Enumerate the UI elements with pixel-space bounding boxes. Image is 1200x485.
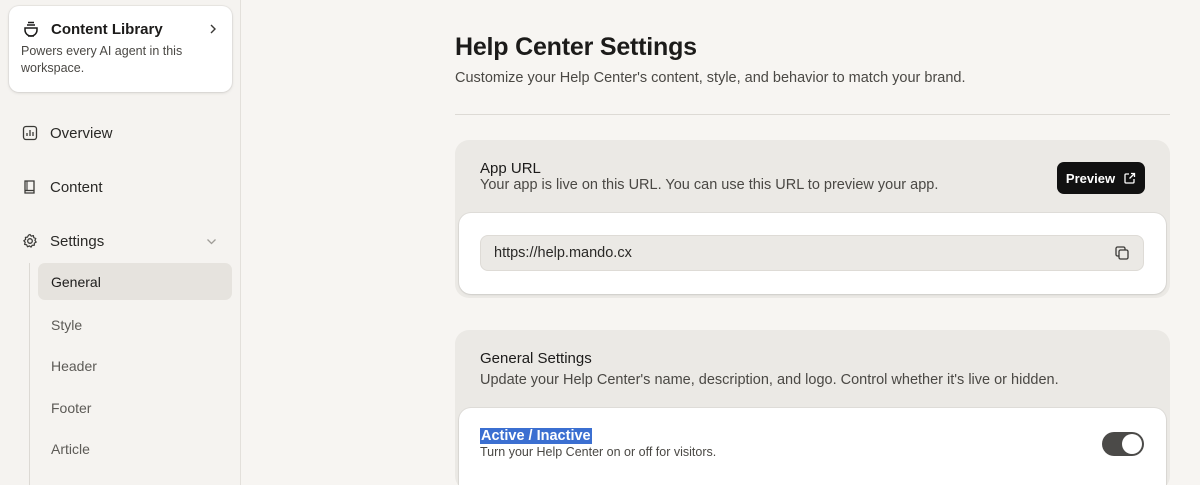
active-toggle-switch[interactable] — [1102, 432, 1144, 456]
content-library-description: Powers every AI agent in this workspace. — [21, 44, 183, 75]
copy-icon — [1115, 246, 1129, 260]
active-toggle-description: Turn your Help Center on or off for visi… — [480, 445, 717, 459]
app-url-field[interactable]: https://help.mando.cx — [480, 235, 1144, 271]
sidebar-item-header[interactable]: Header — [38, 347, 232, 384]
general-settings-title: General Settings — [480, 350, 592, 367]
page-title: Help Center Settings — [455, 33, 697, 61]
nav-item-label: Overview — [50, 124, 113, 142]
content-library-title: Content Library — [51, 20, 163, 38]
main-content: Help Center Settings Customize your Help… — [242, 0, 1200, 485]
nav-item-content[interactable]: Content — [10, 167, 232, 207]
sidebar-item-footer[interactable]: Footer — [38, 389, 232, 426]
app-url-value[interactable]: https://help.mando.cx — [494, 245, 1107, 261]
nav-item-settings[interactable]: Settings — [10, 221, 232, 261]
content-library-header: Content Library — [21, 19, 220, 39]
app-url-section: App URL Your app is live on this URL. Yo… — [455, 140, 1170, 298]
nav-item-label: Content — [50, 178, 103, 196]
general-settings-section: General Settings Update your Help Center… — [455, 330, 1170, 485]
app-url-description: Your app is live on this URL. You can us… — [480, 177, 939, 193]
sidebar-item-article[interactable]: Article — [38, 430, 232, 467]
chart-icon — [21, 124, 39, 142]
chevron-right-icon[interactable] — [206, 22, 220, 36]
preview-button-label: Preview — [1065, 170, 1116, 186]
nav-item-label: Settings — [50, 232, 105, 250]
preview-button[interactable]: Preview — [1057, 162, 1145, 194]
sidebar-item-style[interactable]: Style — [38, 306, 232, 343]
gear-icon — [21, 232, 39, 250]
external-link-icon — [1122, 171, 1136, 185]
sidebar-item-general[interactable]: General — [38, 263, 232, 300]
submenu-guide-line — [29, 263, 30, 485]
nav-item-overview[interactable]: Overview — [10, 113, 232, 153]
toggle-knob — [1122, 434, 1142, 454]
copy-button[interactable] — [1107, 238, 1137, 268]
general-settings-description: Update your Help Center's name, descript… — [480, 372, 1059, 388]
app-url-card: https://help.mando.cx — [459, 213, 1166, 294]
bowl-icon — [21, 19, 41, 39]
book-icon — [21, 178, 39, 196]
divider — [455, 114, 1170, 115]
content-library-card[interactable]: Content Library Powers every AI agent in… — [9, 6, 232, 92]
chevron-down-icon[interactable] — [204, 234, 218, 248]
page-description: Customize your Help Center's content, st… — [455, 70, 966, 86]
active-toggle-card: Active / Inactive Turn your Help Center … — [459, 408, 1166, 485]
sidebar: Content Library Powers every AI agent in… — [0, 0, 241, 485]
active-toggle-label: Active / Inactive — [480, 428, 592, 444]
app-url-title: App URL — [480, 160, 541, 177]
